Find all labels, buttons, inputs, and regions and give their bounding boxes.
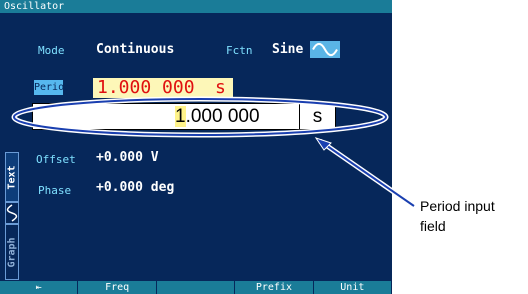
callout-line-2: field (420, 218, 446, 234)
period-value-number: 1.000 000 (97, 77, 195, 98)
period-label[interactable]: Period (34, 80, 70, 95)
softkey-empty[interactable] (157, 281, 236, 294)
softkey-bar: ⇤ Freq Prefix Unit (0, 281, 392, 294)
offset-label: Offset (36, 153, 76, 166)
tab-graph[interactable]: Graph (5, 224, 19, 280)
phase-value[interactable]: +0.000 deg (96, 180, 174, 195)
period-input-digits: 1.000 000 (175, 106, 260, 128)
period-value-unit: s (215, 77, 226, 98)
tab-text-label: Text (6, 164, 18, 190)
back-arrow-icon[interactable]: ⇤ (0, 281, 79, 294)
callout-line-1: Period input (420, 198, 495, 214)
offset-value[interactable]: +0.000 V (96, 150, 159, 165)
period-input-field[interactable]: 1.000 000 s (32, 103, 336, 130)
mode-label: Mode (38, 44, 65, 57)
tab-graph-label: Graph (6, 236, 18, 268)
function-value[interactable]: Sine (272, 42, 303, 57)
sine-wave-icon[interactable] (310, 41, 340, 58)
window-title: Oscillator (0, 0, 392, 13)
mode-value[interactable]: Continuous (96, 42, 174, 57)
phase-label: Phase (38, 184, 72, 197)
period-value[interactable]: 1.000 000 s (93, 78, 233, 98)
oscillator-screen: Oscillator Mode Continuous Fctn Sine Per… (0, 0, 392, 294)
input-remaining-digits: .000 000 (185, 106, 260, 127)
tab-text[interactable]: Text (5, 152, 19, 202)
wave-icon (5, 202, 19, 224)
input-cursor-digit[interactable]: 1 (175, 106, 186, 127)
input-unit[interactable]: s (299, 104, 335, 129)
softkey-unit[interactable]: Unit (314, 281, 392, 294)
side-tabs: Text Graph (5, 152, 19, 280)
softkey-freq[interactable]: Freq (78, 281, 157, 294)
callout-label: Period input field (420, 196, 495, 236)
softkey-prefix[interactable]: Prefix (235, 281, 314, 294)
function-label: Fctn (226, 44, 253, 57)
